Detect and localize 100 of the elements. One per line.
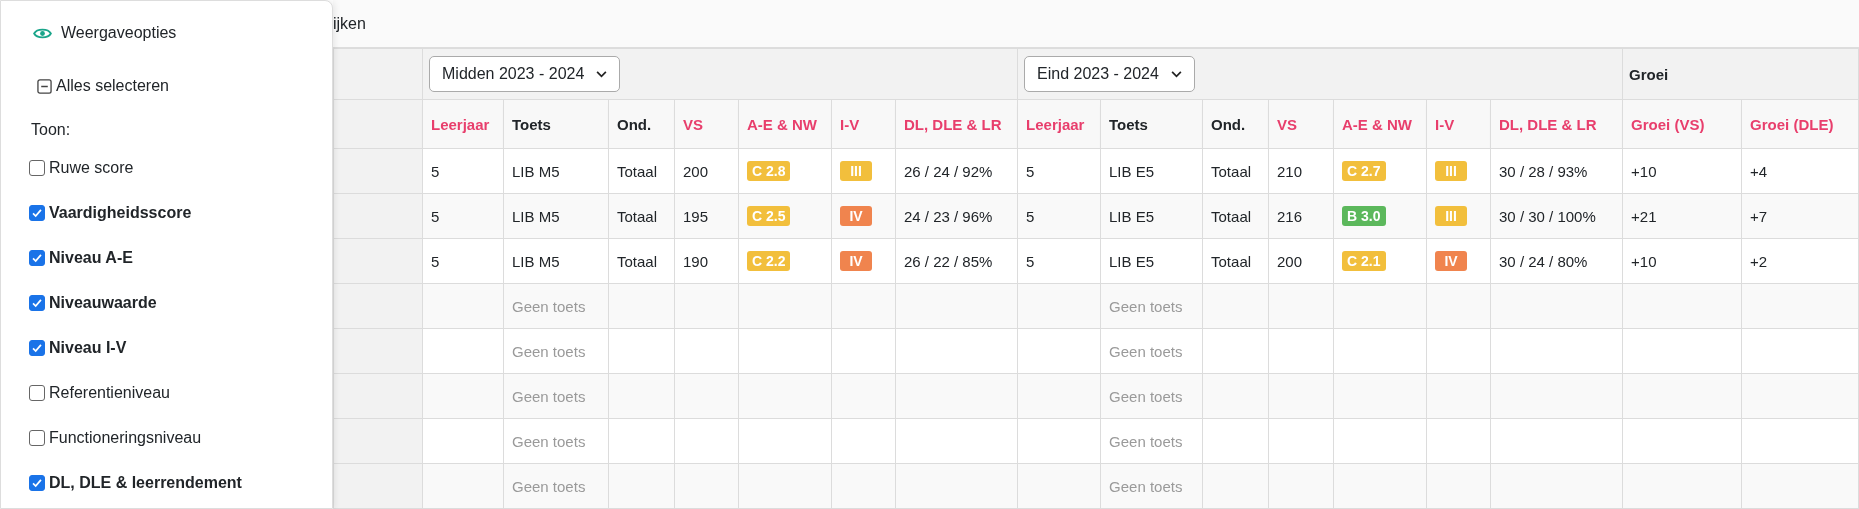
table-cell xyxy=(1426,463,1491,509)
table-cell xyxy=(674,283,739,329)
table-cell xyxy=(1268,373,1334,419)
table-cell xyxy=(674,463,739,509)
table-cell xyxy=(1268,328,1334,374)
checkbox[interactable] xyxy=(29,204,45,221)
column-header[interactable]: Groei (VS) xyxy=(1622,99,1742,149)
period-select[interactable]: Midden 2023 - 2024 xyxy=(429,56,621,92)
column-header[interactable]: Ond. xyxy=(608,99,675,149)
table-cell: 200 xyxy=(674,148,739,194)
table-cell: Totaal xyxy=(608,193,675,239)
table-cell: +2 xyxy=(1741,238,1859,284)
column-header[interactable]: I-V xyxy=(1426,99,1491,149)
table-cell: 26 / 24 / 92% xyxy=(895,148,1018,194)
table-cell xyxy=(1268,283,1334,329)
table-cell: +10 xyxy=(1622,238,1742,284)
level-badge: III xyxy=(1435,206,1468,226)
table-cell xyxy=(674,328,739,374)
checkbox-label: Referentieniveau xyxy=(49,383,170,402)
table-cell: Geen toets xyxy=(503,283,609,329)
period-select[interactable]: Eind 2023 - 2024 xyxy=(1024,56,1195,92)
table-cell: LIB E5 xyxy=(1100,193,1203,239)
column-header[interactable]: Toets xyxy=(503,99,609,149)
table-cell: LIB E5 xyxy=(1100,238,1203,284)
table-cell xyxy=(1202,418,1269,464)
table-cell xyxy=(1202,283,1269,329)
table-cell: +4 xyxy=(1741,148,1859,194)
table-cell: Geen toets xyxy=(503,463,609,509)
table-cell: Geen toets xyxy=(503,328,609,374)
column-header[interactable]: Groei (DLE) xyxy=(1741,99,1859,149)
column-header[interactable]: DL, DLE & LR xyxy=(895,99,1018,149)
checkbox[interactable] xyxy=(29,249,45,266)
table-cell: LIB M5 xyxy=(503,148,609,194)
show-label: Toon: xyxy=(31,121,72,140)
table-cell: 200 xyxy=(1268,238,1334,284)
table-cell xyxy=(1202,328,1269,374)
table-cell: 26 / 22 / 85% xyxy=(895,238,1018,284)
level-badge: IV xyxy=(840,251,872,271)
table-cell: 5 xyxy=(1017,238,1101,284)
select-all-toggle[interactable]: Alles selecteren xyxy=(37,73,169,99)
checkbox-label: Niveauwaarde xyxy=(49,293,157,312)
table-cell: Geen toets xyxy=(503,373,609,419)
table-cell: Totaal xyxy=(608,148,675,194)
table-cell: 5 xyxy=(1017,148,1101,194)
table-cell: +7 xyxy=(1741,193,1859,239)
table-cell xyxy=(608,463,675,509)
checkbox[interactable] xyxy=(29,159,45,176)
eye-icon xyxy=(33,26,52,40)
level-badge: C 2.5 xyxy=(747,206,791,226)
checkbox[interactable] xyxy=(29,384,45,401)
column-header[interactable]: DL, DLE & LR xyxy=(1490,99,1623,149)
column-header[interactable]: Leerjaar xyxy=(1017,99,1101,149)
table-cell: 210 xyxy=(1268,148,1334,194)
column-header[interactable]: VS xyxy=(1268,99,1334,149)
table-cell xyxy=(608,373,675,419)
column-header[interactable]: A-E & NW xyxy=(1333,99,1427,149)
table-cell: 30 / 30 / 100% xyxy=(1490,193,1623,239)
table-cell: Totaal xyxy=(1202,148,1269,194)
table-cell xyxy=(1268,418,1334,464)
table-cell: 190 xyxy=(674,238,739,284)
table-cell xyxy=(1268,463,1334,509)
checkbox[interactable] xyxy=(29,339,45,356)
table-cell xyxy=(1426,373,1491,419)
checkbox-label: Niveau A-E xyxy=(49,248,133,267)
table-cell xyxy=(831,463,896,509)
table-cell: Geen toets xyxy=(1100,328,1203,374)
table-cell: Totaal xyxy=(608,238,675,284)
table-cell: Geen toets xyxy=(1100,373,1203,419)
table-cell: LIB E5 xyxy=(1100,148,1203,194)
table-cell xyxy=(674,418,739,464)
table-cell: 24 / 23 / 96% xyxy=(895,193,1018,239)
checkbox[interactable] xyxy=(29,429,45,446)
column-header[interactable]: Ond. xyxy=(1202,99,1269,149)
column-header[interactable]: I-V xyxy=(831,99,896,149)
column-header[interactable]: Leerjaar xyxy=(422,99,504,149)
table-cell: Totaal xyxy=(1202,238,1269,284)
table-cell: 5 xyxy=(422,238,504,284)
table-cell xyxy=(1202,373,1269,419)
level-badge: III xyxy=(1435,161,1468,181)
table-cell xyxy=(608,328,675,374)
table-cell: 5 xyxy=(422,193,504,239)
table-cell: 30 / 28 / 93% xyxy=(1490,148,1623,194)
checkbox[interactable] xyxy=(29,294,45,311)
checkbox[interactable] xyxy=(29,474,45,491)
table-cell: +21 xyxy=(1622,193,1742,239)
minus-square-icon xyxy=(37,78,52,94)
chevron-down-icon xyxy=(1170,70,1182,78)
level-badge: III xyxy=(840,161,872,181)
level-badge: C 2.2 xyxy=(747,251,791,271)
table-cell: Geen toets xyxy=(1100,463,1203,509)
table-cell xyxy=(831,418,896,464)
table-cell xyxy=(831,328,896,374)
level-badge: B 3.0 xyxy=(1342,206,1386,226)
column-header[interactable]: Toets xyxy=(1100,99,1203,149)
table-cell: 30 / 24 / 80% xyxy=(1490,238,1623,284)
checkbox-label: DL, DLE & leerrendement xyxy=(49,473,242,492)
column-header[interactable]: VS xyxy=(674,99,739,149)
checkbox-label: Vaardigheidsscore xyxy=(49,203,192,222)
table-cell: Geen toets xyxy=(503,418,609,464)
column-header[interactable]: A-E & NW xyxy=(738,99,832,149)
